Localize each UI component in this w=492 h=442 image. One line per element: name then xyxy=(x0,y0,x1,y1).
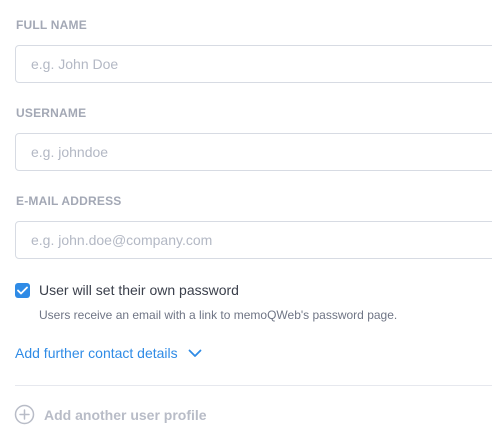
chevron-down-icon xyxy=(188,349,202,357)
add-another-user-profile-button[interactable]: Add another user profile xyxy=(14,404,207,425)
plus-circle-icon xyxy=(14,404,35,425)
email-input[interactable] xyxy=(15,221,492,259)
add-contact-details-label: Add further contact details xyxy=(15,345,178,361)
add-contact-details-link[interactable]: Add further contact details xyxy=(15,345,202,361)
full-name-label: FULL NAME xyxy=(16,18,87,32)
username-input[interactable] xyxy=(15,133,492,171)
email-label: E-MAIL ADDRESS xyxy=(16,194,122,208)
own-password-option[interactable]: User will set their own password xyxy=(15,282,239,298)
user-profile-form: FULL NAME USERNAME E-MAIL ADDRESS User w… xyxy=(0,0,492,442)
full-name-input[interactable] xyxy=(15,45,492,83)
checkmark-icon xyxy=(17,286,28,294)
own-password-label: User will set their own password xyxy=(39,282,239,298)
username-label: USERNAME xyxy=(16,106,87,120)
add-another-user-profile-label: Add another user profile xyxy=(44,406,207,423)
password-helper-text: Users receive an email with a link to me… xyxy=(39,308,398,322)
section-divider xyxy=(15,385,492,386)
own-password-checkbox[interactable] xyxy=(15,282,30,298)
